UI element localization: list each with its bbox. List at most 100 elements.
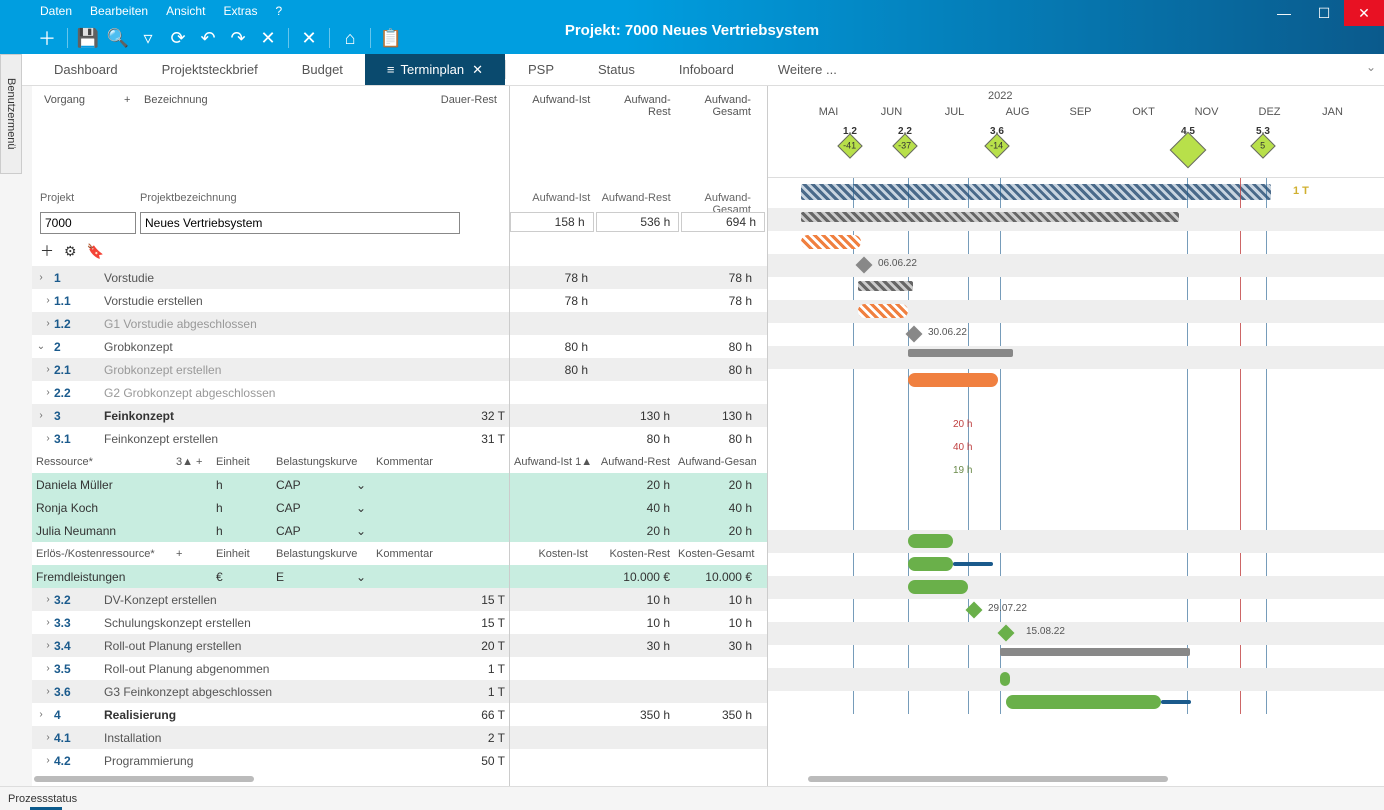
undo-icon[interactable]: ↶ [196,26,220,50]
gantt-row[interactable]: 19 h [768,461,1384,484]
expand-icon[interactable]: › [32,433,50,444]
gantt-row[interactable] [768,484,1384,507]
gantt-row[interactable] [768,553,1384,576]
gantt-row[interactable]: 15.08.22 [768,622,1384,645]
table-row[interactable]: ›3.1Feinkonzept erstellen31 T [32,427,509,450]
maximize-button[interactable]: ☐ [1304,0,1344,26]
expand-icon[interactable]: › [32,663,50,674]
gantt-row[interactable] [768,277,1384,300]
gantt-bar[interactable] [1000,672,1010,686]
expand-icon[interactable]: › [32,732,50,743]
table-row[interactable]: ›3.2DV-Konzept erstellen15 T [32,588,509,611]
add-icon[interactable]: ＋ [35,26,59,50]
gantt-row[interactable]: 06.06.22 [768,254,1384,277]
filter-icon[interactable]: ▿ [136,26,160,50]
expand-icon[interactable]: › [32,709,50,720]
user-menu-sidetab[interactable]: Benutzermenü [0,54,22,174]
tab-close-icon[interactable]: ✕ [472,62,483,78]
gantt-diamond[interactable] [998,625,1015,642]
row-settings-icon[interactable]: ⚙ [64,243,77,260]
hdr-plus[interactable]: + [120,92,140,108]
expand-icon[interactable]: › [32,272,50,283]
gantt-row[interactable] [768,346,1384,369]
table-row[interactable]: ›4Realisierung66 T [32,703,509,726]
gantt-bar[interactable] [801,212,1179,222]
gantt-bar[interactable] [908,580,968,594]
table-row[interactable]: Julia NeumannhCAP⌄ [32,519,509,542]
expand-icon[interactable]: › [32,364,50,375]
gantt-row[interactable]: 29.07.22 [768,599,1384,622]
gantt-diamond[interactable] [966,602,983,619]
gantt-row[interactable] [768,300,1384,323]
gantt-row[interactable] [768,576,1384,599]
delete-icon[interactable]: ✕ [256,26,280,50]
table-row[interactable]: ⌄2Grobkonzept [32,335,509,358]
table-row[interactable]: ›3.5Roll-out Planung abgenommen1 T [32,657,509,680]
row-add-icon[interactable]: ＋ [40,241,54,261]
gantt-diamond[interactable] [856,257,873,274]
expand-icon[interactable]: › [32,755,50,766]
close-button[interactable]: ✕ [1344,0,1384,26]
tab-weitere[interactable]: Weitere ... [756,54,859,85]
gantt-row[interactable] [768,369,1384,392]
table-row[interactable]: ›4.1Installation2 T [32,726,509,749]
save-icon[interactable]: 💾 [76,26,100,50]
gantt-bar[interactable] [908,557,953,571]
gantt-row[interactable]: 40 h [768,438,1384,461]
tab-dashboard[interactable]: Dashboard [32,54,140,85]
tab-status[interactable]: Status [576,54,657,85]
gantt-row[interactable] [768,208,1384,231]
gantt-diamond[interactable] [906,326,923,343]
gantt-row[interactable] [768,530,1384,553]
gantt-bar[interactable] [908,373,998,387]
table-row[interactable]: ›1Vorstudie [32,266,509,289]
gantt-bar[interactable] [858,281,913,291]
gantt-row[interactable] [768,668,1384,691]
expand-icon[interactable]: › [32,295,50,306]
gantt-row[interactable] [768,691,1384,714]
home-icon[interactable]: ⌂ [338,26,362,50]
menu-bearbeiten[interactable]: Bearbeiten [90,4,148,18]
menu-help[interactable]: ? [275,4,282,18]
menu-ansicht[interactable]: Ansicht [166,4,205,18]
table-row[interactable]: Ronja KochhCAP⌄ [32,496,509,519]
expand-icon[interactable]: › [32,387,50,398]
calendar-icon[interactable]: 📋 [379,26,403,50]
tab-terminplan[interactable]: ≡Terminplan✕ [365,54,505,85]
table-row[interactable]: Fremdleistungen€E⌄ [32,565,509,588]
tab-budget[interactable]: Budget [280,54,365,85]
table-row[interactable]: ›2.2G2 Grobkonzept abgeschlossen [32,381,509,404]
tab-psp[interactable]: PSP [506,54,576,85]
table-row[interactable]: Daniela MüllerhCAP⌄ [32,473,509,496]
table-row[interactable]: ›3.3Schulungskonzept erstellen15 T [32,611,509,634]
gantt-row[interactable] [768,392,1384,415]
project-code-input[interactable] [40,212,136,234]
gantt-chart[interactable]: 2022 MAIJUNJULAUGSEPOKTNOVDEZJAN 1.2-412… [768,86,1384,786]
tab-infoboard[interactable]: Infoboard [657,54,756,85]
gantt-bar[interactable] [858,304,908,318]
tabs-more-icon[interactable]: ⌄ [1366,60,1376,74]
gantt-bar[interactable] [1006,695,1161,709]
expand-icon[interactable]: › [32,640,50,651]
row-bookmark-icon[interactable]: 🔖 [87,243,104,260]
table-row[interactable]: ›3.4Roll-out Planung erstellen20 T [32,634,509,657]
gantt-row[interactable]: 30.06.22 [768,323,1384,346]
expand-icon[interactable]: › [32,617,50,628]
table-row[interactable]: ›3.6G3 Feinkonzept abgeschlossen1 T [32,680,509,703]
table-row[interactable]: Erlös-/Kostenressource*+EinheitBelastung… [32,542,509,565]
hscroll-c[interactable] [808,776,1168,782]
gantt-bar[interactable] [908,349,1013,357]
gantt-bar[interactable] [1000,648,1190,656]
expand-icon[interactable]: › [32,594,50,605]
expand-icon[interactable]: › [32,318,50,329]
expand-icon[interactable]: › [32,686,50,697]
table-row[interactable]: ›3Feinkonzept32 T [32,404,509,427]
redo-icon[interactable]: ↷ [226,26,250,50]
menu-daten[interactable]: Daten [40,4,72,18]
gantt-row[interactable] [768,645,1384,668]
gantt-bar[interactable] [801,235,861,249]
expand-icon[interactable]: ⌄ [32,341,50,352]
tools-icon[interactable]: ✕ [297,26,321,50]
refresh-icon[interactable]: ⟳ [166,26,190,50]
gantt-bar[interactable] [908,534,953,548]
